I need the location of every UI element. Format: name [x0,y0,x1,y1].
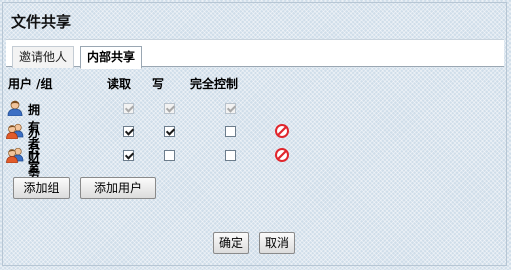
dialog-title: 文件共享 [11,13,72,31]
add-user-button[interactable]: 添加用户 [80,177,156,199]
group-icon [6,123,24,139]
single-user-icon [7,100,23,116]
read-checkbox [123,103,134,114]
write-checkbox[interactable] [164,126,175,137]
full-control-checkbox[interactable] [225,126,236,137]
read-checkbox[interactable] [123,126,134,137]
full-control-checkbox[interactable] [225,150,236,161]
write-checkbox [164,103,175,114]
read-checkbox[interactable] [123,150,134,161]
full-control-checkbox [225,103,236,114]
tab-strip: 邀请他人 内部共享 [6,39,504,69]
header-full-control: 完全控制 [190,77,239,91]
add-group-button[interactable]: 添加组 [13,177,70,199]
cancel-button[interactable]: 取消 [259,232,295,254]
file-share-dialog: 文件共享 邀请他人 内部共享 [2,2,507,266]
remove-icon[interactable] [275,124,289,138]
tab-internal-share[interactable]: 内部共享 [80,46,143,69]
group-icon [6,147,24,163]
remove-icon[interactable] [275,148,289,162]
ok-button[interactable]: 确定 [213,232,249,254]
header-write: 写 [152,77,165,91]
write-checkbox[interactable] [164,150,175,161]
tab-invite-others[interactable]: 邀请他人 [12,46,75,68]
header-read: 读取 [107,77,132,91]
header-user-group: 用户 /组 [8,77,53,91]
